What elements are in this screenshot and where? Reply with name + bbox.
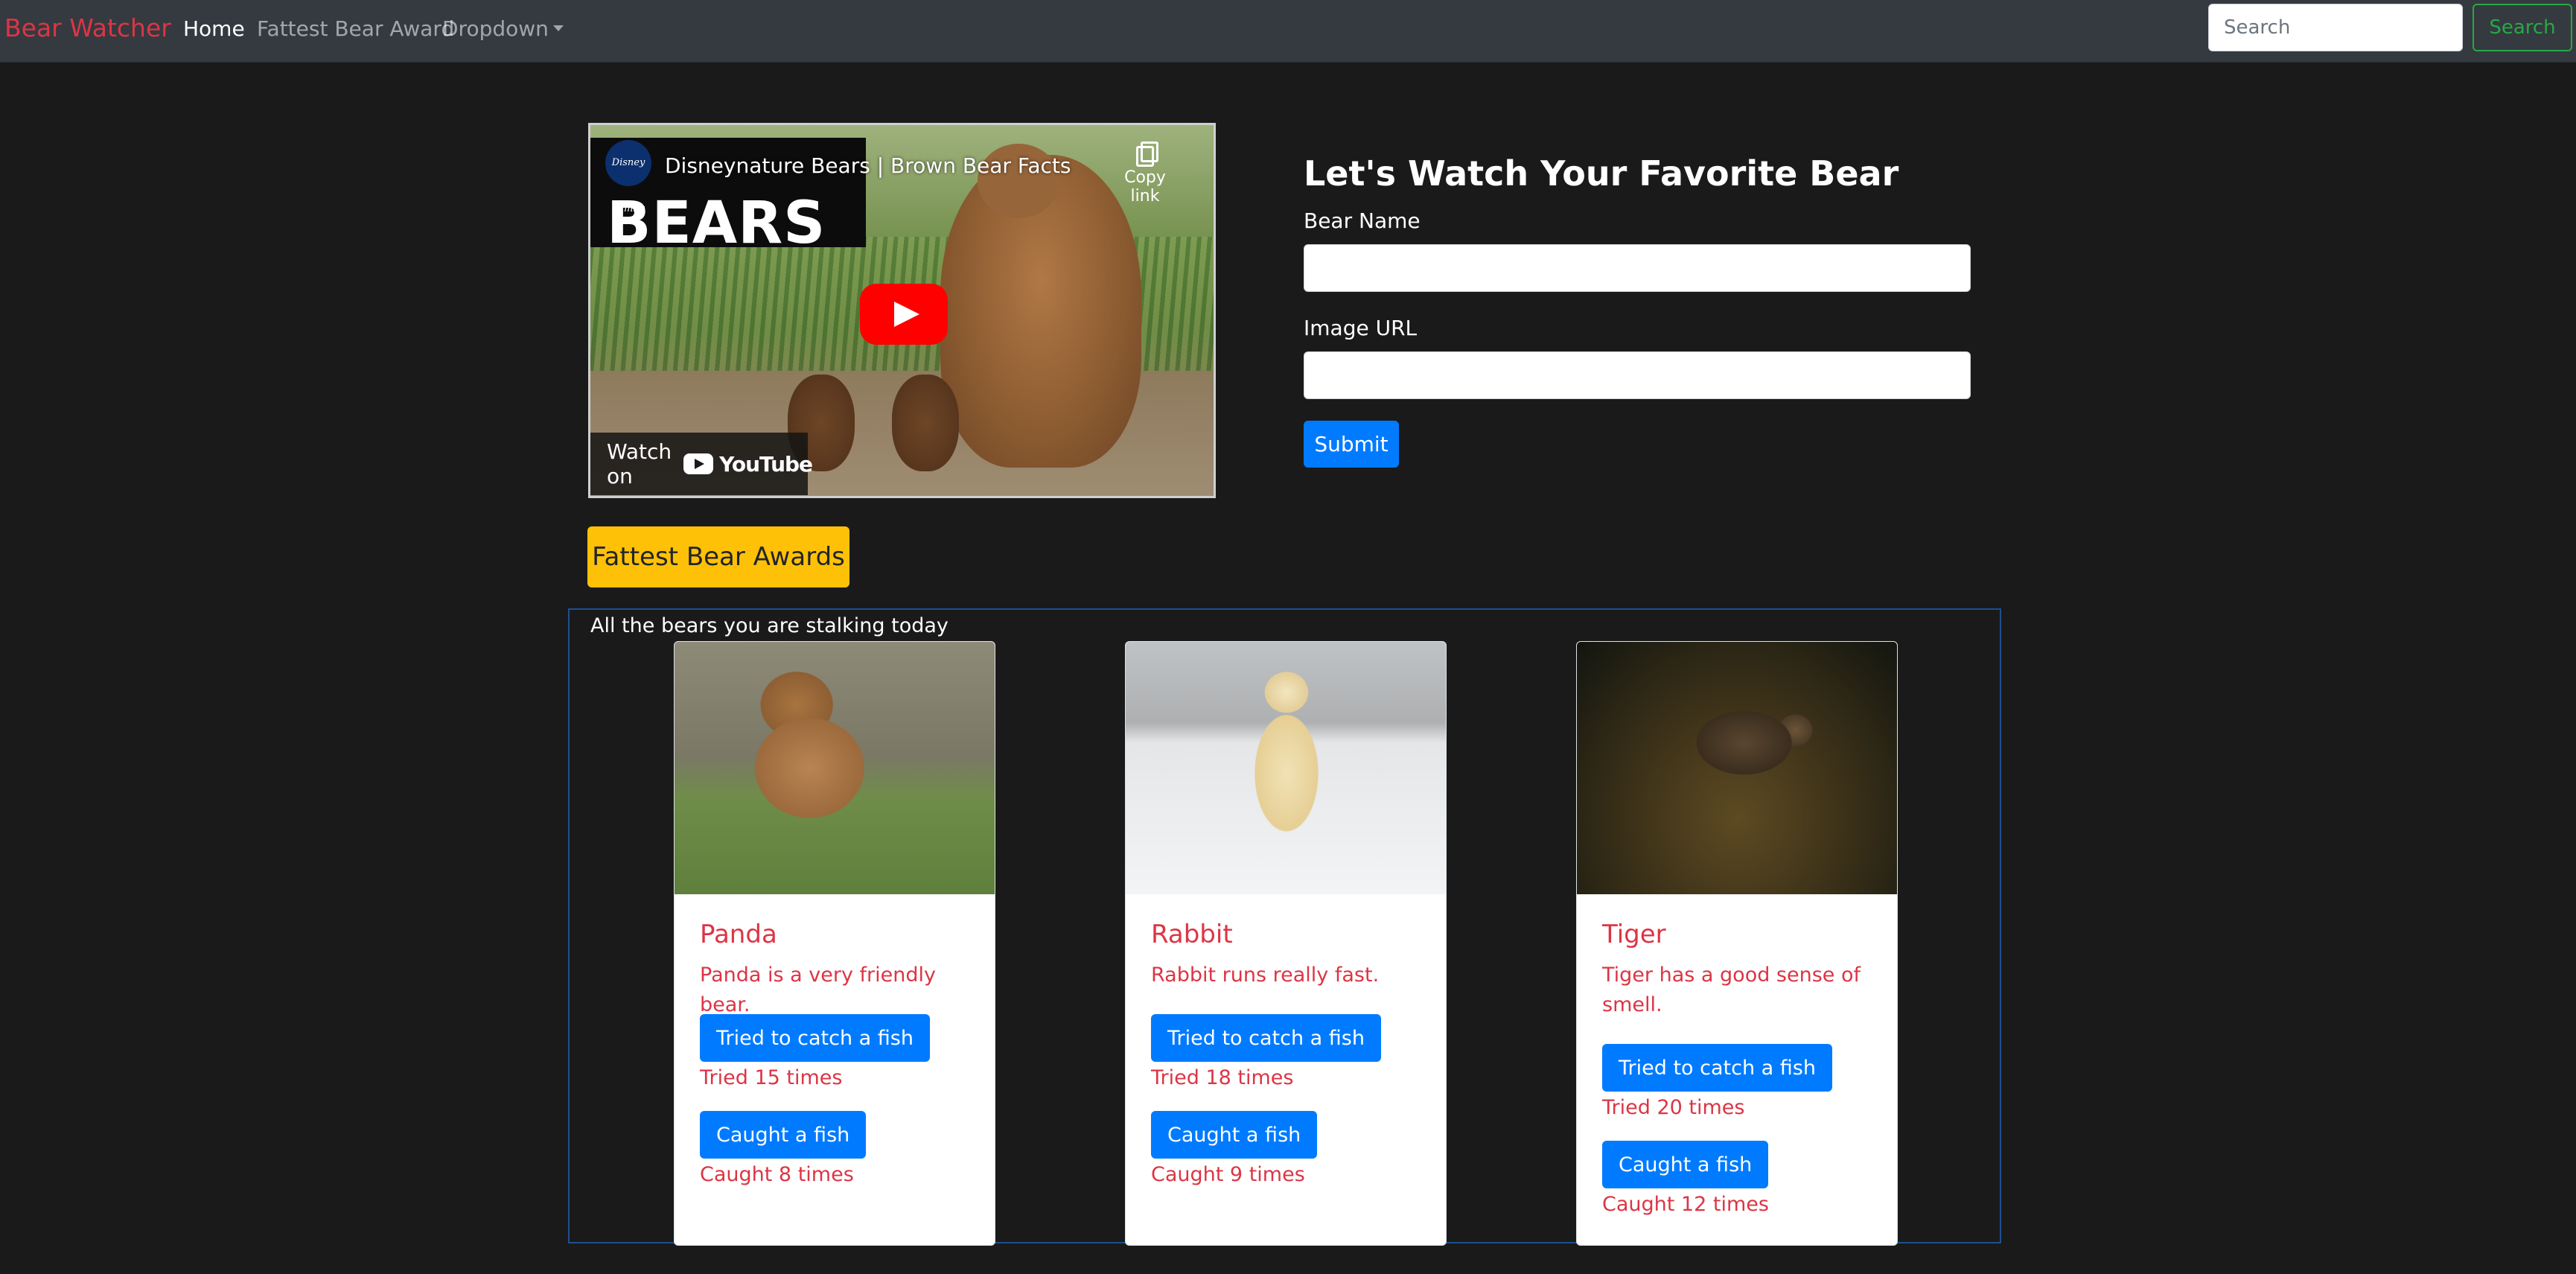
bear-image: [1577, 642, 1897, 894]
play-button[interactable]: [860, 284, 948, 345]
search-input[interactable]: [2208, 4, 2463, 51]
bear-image: [1126, 642, 1446, 894]
image-url-label: Image URL: [1304, 316, 1418, 340]
bear-name: Rabbit: [1151, 920, 1233, 949]
tried-to-catch-button[interactable]: Tried to catch a fish: [1602, 1044, 1832, 1092]
video-title[interactable]: Disneynature Bears | Brown Bear Facts: [665, 153, 1071, 178]
watch-on-youtube[interactable]: Watch on YouTube: [590, 433, 813, 495]
search-button[interactable]: Search: [2473, 4, 2572, 51]
bear-name: Panda: [700, 920, 777, 949]
caught-count: Caught 9 times: [1151, 1163, 1305, 1186]
navbar: Bear Watcher Home Fattest Bear Award Dro…: [0, 0, 2576, 63]
youtube-icon: [683, 453, 714, 474]
youtube-logo: YouTube: [683, 451, 813, 477]
caught-count: Caught 12 times: [1602, 1193, 1769, 1216]
caught-fish-button[interactable]: Caught a fish: [1151, 1111, 1318, 1159]
fattest-bear-awards-button[interactable]: Fattest Bear Awards: [587, 526, 849, 587]
tried-count: Tried 15 times: [700, 1066, 843, 1089]
form-title: Let's Watch Your Favorite Bear: [1304, 153, 1899, 194]
bear-name-label: Bear Name: [1304, 208, 1421, 233]
copy-link-button[interactable]: Copy link: [1112, 141, 1179, 206]
watch-on-label: Watch on: [607, 439, 672, 488]
youtube-wordmark: YouTube: [719, 451, 813, 477]
copy-link-label: Copy link: [1124, 168, 1166, 206]
submit-button[interactable]: Submit: [1304, 421, 1399, 468]
bear-image: [675, 642, 995, 894]
image-url-input[interactable]: [1304, 351, 1971, 399]
tried-count: Tried 20 times: [1602, 1096, 1745, 1119]
copy-icon: [1136, 141, 1158, 167]
channel-avatar[interactable]: Disney Family: [605, 140, 651, 214]
nav-dropdown-label: Dropdown: [442, 16, 549, 41]
bear-card: Panda Panda is a very friendly bear. Tri…: [674, 641, 995, 1246]
caught-fish-button[interactable]: Caught a fish: [700, 1111, 867, 1159]
bear-description: Tiger has a good sense of smell.: [1602, 964, 1861, 1016]
bear-name-input[interactable]: [1304, 244, 1971, 292]
bear-name: Tiger: [1602, 920, 1666, 949]
tried-to-catch-button[interactable]: Tried to catch a fish: [700, 1014, 930, 1062]
bear-card: Rabbit Rabbit runs really fast. Tried to…: [1125, 641, 1447, 1246]
caret-down-icon: [552, 25, 564, 31]
brand-link[interactable]: Bear Watcher: [4, 13, 171, 42]
bear-card: Tiger Tiger has a good sense of smell. T…: [1576, 641, 1898, 1246]
nav-fattest-bear-award[interactable]: Fattest Bear Award: [257, 16, 454, 41]
video-cub: [892, 375, 959, 471]
nav-dropdown[interactable]: Dropdown: [442, 16, 564, 41]
bear-list: All the bears you are stalking today Pan…: [568, 608, 2001, 1246]
nav-home[interactable]: Home: [183, 16, 245, 41]
caught-fish-button[interactable]: Caught a fish: [1602, 1141, 1769, 1188]
caught-count: Caught 8 times: [700, 1163, 854, 1186]
tried-to-catch-button[interactable]: Tried to catch a fish: [1151, 1014, 1381, 1062]
video-embed[interactable]: BEARS Disney Family Disneynature Bears |…: [588, 123, 1216, 498]
bear-description: Panda is a very friendly bear.: [700, 964, 936, 1016]
tried-count: Tried 18 times: [1151, 1066, 1294, 1089]
bear-description: Rabbit runs really fast.: [1151, 964, 1380, 987]
bear-list-caption: All the bears you are stalking today: [590, 614, 949, 637]
